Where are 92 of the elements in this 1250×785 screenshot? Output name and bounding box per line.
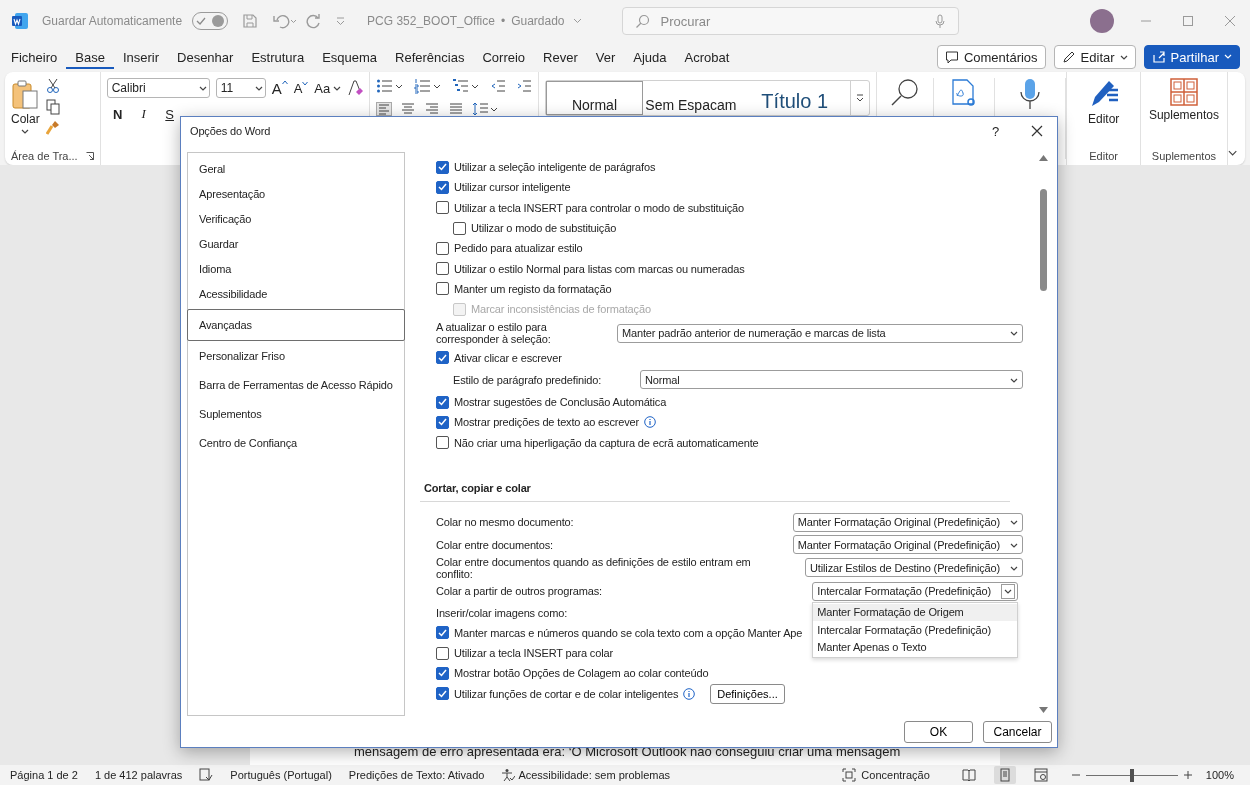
search-field[interactable]: Procurar (621, 7, 959, 35)
focus-mode[interactable]: Concentração (861, 769, 930, 781)
change-case-button[interactable]: Aa (314, 80, 342, 96)
menu-tab[interactable]: Rever (534, 45, 587, 69)
document-title: PCG 352_BOOT_Office (367, 14, 495, 28)
option-label: Mostrar predições de texto ao escrever (454, 416, 640, 429)
menu-tab[interactable]: Referências (386, 45, 474, 69)
option-label: Pedido para atualizar estilo (454, 242, 583, 255)
nav-item[interactable]: Barra de Ferramentas de Acesso Rápido (188, 370, 404, 399)
font-name-field[interactable]: Calibri (106, 78, 210, 98)
option-label: Utilizar funções de cortar e de colar inteligentes (454, 687, 679, 700)
ok-button[interactable]: OK (904, 720, 973, 743)
nav-item[interactable]: Personalizar Friso (188, 341, 404, 370)
nav-item[interactable]: Avançadas (187, 309, 405, 341)
dropdown[interactable]: Normal (640, 370, 1023, 390)
nav-item[interactable]: Geral (188, 156, 404, 181)
italic-button[interactable]: I (136, 106, 151, 122)
dropdown[interactable]: Utilizar Estilos de Destino (Predefinição) (805, 558, 1023, 578)
comments-button[interactable]: Comentários (936, 45, 1046, 69)
option-label: A atualizar o estilo para corresponder à seleção: (436, 321, 552, 346)
option-label: Utilizar a seleção inteligente de parágrafos (454, 161, 656, 174)
dropdown[interactable]: Manter padrão anterior de numeração e marcas de lista (617, 323, 1023, 343)
option-label: Utilizar a tecla INSERT para colar (454, 647, 613, 660)
option-label: Colar entre documentos quando as definições de estilo entram em conflito: (436, 555, 752, 580)
option-label: Utilizar o estilo Normal para listas com marcas ou numeradas (454, 262, 745, 275)
option-label: Estilo de parágrafo predefinido: (453, 373, 603, 386)
nav-item[interactable]: Idioma (188, 256, 404, 281)
font-size-field[interactable]: 11 (215, 78, 266, 98)
bold-button[interactable]: N (110, 106, 125, 122)
help-button[interactable]: ? (991, 123, 999, 139)
dropdown-option[interactable]: Manter Apenas o Texto (813, 638, 1017, 657)
option-label: Mostrar botão Opções de Colagem ao colar conteúdo (454, 667, 709, 680)
predictions-status[interactable]: Predições de Texto: Ativado (348, 769, 485, 781)
shrink-font-button[interactable]: A (293, 80, 309, 96)
menu-tab[interactable]: Ver (586, 45, 625, 69)
option-label: Utilizar o modo de substituição (471, 222, 617, 235)
grow-font-button[interactable]: A (271, 79, 288, 97)
menu-tab[interactable]: Inserir (113, 45, 168, 69)
option-label: Utilizar cursor inteligente (454, 181, 571, 194)
cancel-button[interactable]: Cancelar (983, 720, 1052, 743)
option-label: Utilizar a tecla INSERT para controlar o modo de substituição (454, 201, 745, 214)
option-label: Não criar uma hiperligação da captura de ecrã automaticamente (454, 436, 759, 449)
menu-tab[interactable]: Base (66, 45, 114, 69)
menu-tab[interactable]: Ficheiro (2, 45, 67, 69)
title-separator: • (500, 14, 506, 28)
editor-label[interactable]: Editor (1087, 112, 1120, 126)
menu-tab[interactable]: Correio (473, 45, 535, 69)
menu-tab[interactable]: Esquema (313, 45, 387, 69)
zoom-level[interactable]: 100% (1205, 769, 1234, 781)
add-ins-label[interactable]: Suplementos (1148, 108, 1219, 122)
style-option[interactable]: Normal (546, 81, 643, 115)
nav-item[interactable]: Verificação (188, 206, 404, 231)
nav-item[interactable]: Suplementos (188, 399, 404, 428)
page-count[interactable]: Página 1 de 2 (10, 769, 78, 781)
menu-tab[interactable]: Acrobat (675, 45, 739, 69)
nav-item[interactable]: Guardar (188, 231, 404, 256)
dropdown[interactable]: Manter Formatação Original (Predefinição) (792, 512, 1023, 532)
menu-tab[interactable]: Estrutura (242, 45, 314, 69)
group-label: Editor (1089, 150, 1119, 162)
word-count[interactable]: 1 de 412 palavras (94, 769, 183, 781)
nav-item[interactable]: Centro de Confiança (188, 428, 404, 457)
style-option[interactable]: Sem Espacam (642, 81, 740, 115)
underline-button[interactable]: S (162, 106, 177, 122)
style-option[interactable]: Título 1 (739, 81, 851, 115)
menu-tab[interactable]: Desenhar (168, 45, 243, 69)
nav-item[interactable]: Acessibilidade (188, 281, 404, 306)
dropdown-option[interactable]: Intercalar Formatação (Predefinição) (813, 621, 1017, 639)
option-label: Manter marcas e números quando se cola texto com a opção Manter Ape (454, 626, 803, 639)
accessibility-status[interactable]: Acessibilidade: sem problemas (518, 769, 671, 781)
edit-button[interactable]: Editar (1053, 45, 1136, 69)
settings-button[interactable]: Definições... (710, 683, 785, 704)
dropdown-option[interactable]: Manter Formatação de Origem (813, 603, 1017, 622)
language-status[interactable]: Português (Portugal) (230, 769, 332, 781)
option-label: Colar no mesmo documento: (436, 516, 575, 529)
share-button[interactable]: Partilhar (1143, 45, 1240, 69)
save-status: Guardado (511, 14, 565, 28)
option-label: Manter um registo da formatação (454, 282, 612, 295)
paste-button[interactable]: Colar (11, 80, 40, 134)
option-label: Colar a partir de outros programas: (436, 585, 603, 598)
option-label: Inserir/colar imagens como: (436, 606, 568, 619)
dropdown[interactable]: Manter Formatação Original (Predefinição) (792, 535, 1023, 555)
menu-tab[interactable]: Ajuda (624, 45, 676, 69)
option-label: Marcar inconsistências de formatação (471, 303, 651, 316)
option-label: Ativar clicar e escrever (454, 351, 562, 364)
group-label: Suplementos (1151, 150, 1217, 162)
option-label: Colar entre documentos: (436, 538, 554, 551)
dialog-title: Opções do Word (190, 125, 271, 137)
group-label: Área de Tra... (11, 150, 78, 162)
option-label: Mostrar sugestões de Conclusão Automática (454, 396, 667, 409)
autosave-label: Guardar Automaticamente (42, 14, 183, 28)
section-heading: Cortar, copiar e colar (420, 474, 1010, 502)
nav-item[interactable]: Apresentação (188, 181, 404, 206)
